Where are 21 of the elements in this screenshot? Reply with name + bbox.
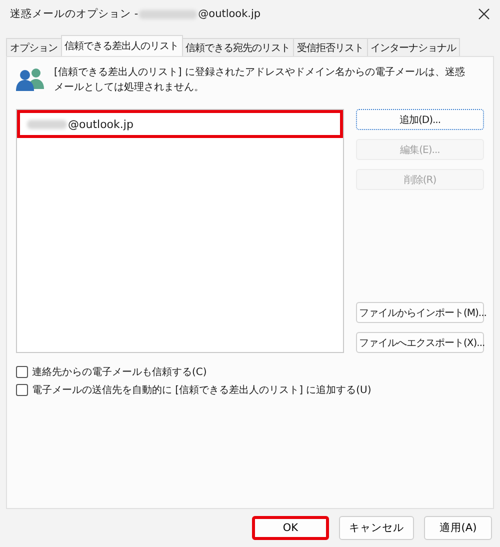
window-title: @outlook.jp xyxy=(198,8,261,20)
window-title: 迷惑メールのオプション - xyxy=(10,7,138,21)
tab[interactable]: オプション xyxy=(6,38,62,56)
checkbox[interactable] xyxy=(16,366,28,378)
file-button[interactable]: ファイルへエクスポート(X)... xyxy=(356,332,484,353)
description-text: [信頼できる差出人のリスト] に登録されたアドレスやドメイン名からの電子メールは、迷惑メールとしては処理されません。 xyxy=(54,66,466,95)
checkbox-label: 連絡先からの電子メールも信頼する(C) xyxy=(32,366,207,379)
action-button[interactable]: 追加(D)... xyxy=(356,109,484,130)
tab[interactable]: 信頼できる差出人のリスト xyxy=(60,35,182,56)
close-icon[interactable] xyxy=(478,8,490,20)
dialog-button[interactable]: OK xyxy=(252,516,329,540)
tab[interactable]: 信頼できる宛先のリスト xyxy=(182,38,294,56)
checkbox[interactable] xyxy=(16,384,28,396)
sender-list[interactable]: @outlook.jp xyxy=(16,109,344,353)
file-button[interactable]: ファイルからインポート(M)... xyxy=(356,302,484,323)
list-item[interactable]: @outlook.jp xyxy=(17,110,343,138)
dialog-button[interactable]: キャンセル xyxy=(339,516,414,540)
tab[interactable]: インターナショナル xyxy=(366,38,460,56)
dialog-button[interactable]: 適用(A) xyxy=(424,516,492,540)
email-address: @outlook.jp xyxy=(68,118,134,130)
checkbox-label: 電子メールの送信先を自動的に [信頼できる差出人のリスト] に追加する(U) xyxy=(32,384,372,397)
